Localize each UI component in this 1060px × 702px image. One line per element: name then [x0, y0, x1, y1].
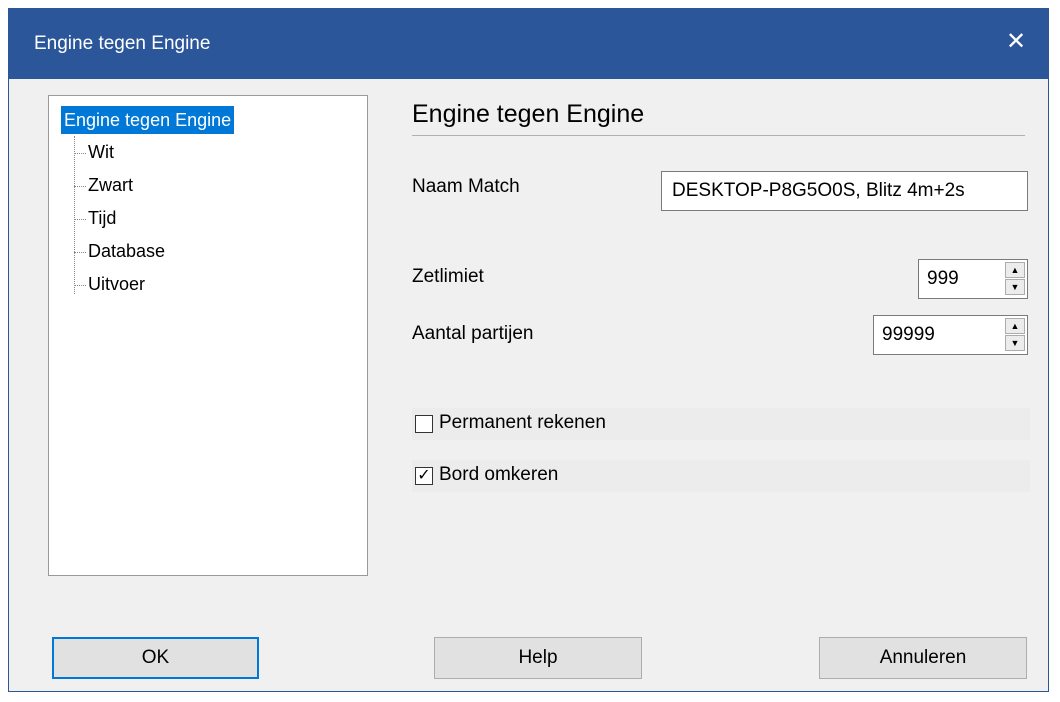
flip-board-row[interactable]: ✓ Bord omkeren — [412, 460, 1030, 492]
cancel-button[interactable]: Annuleren — [819, 637, 1027, 679]
help-button[interactable]: Help — [434, 637, 642, 679]
tree-item-zwart[interactable]: Zwart — [74, 171, 133, 199]
stepper-up-icon[interactable]: ▲ — [1005, 262, 1025, 278]
permanent-compute-label: Permanent rekenen — [439, 412, 606, 433]
stepper-up-icon[interactable]: ▲ — [1005, 318, 1025, 334]
match-name-label: Naam Match — [412, 176, 520, 197]
move-limit-label: Zetlimiet — [412, 266, 484, 287]
permanent-compute-row[interactable]: Permanent rekenen — [412, 408, 1030, 440]
ok-button[interactable]: OK — [52, 637, 259, 679]
permanent-compute-checkbox[interactable] — [415, 415, 433, 433]
tree-item-engine-tegen-engine[interactable]: Engine tegen Engine — [61, 106, 235, 134]
flip-board-label: Bord omkeren — [439, 464, 559, 485]
window-title: Engine tegen Engine — [34, 33, 211, 54]
settings-tree: Engine tegen Engine Wit Zwart Tijd Datab… — [48, 95, 368, 576]
heading-divider — [412, 135, 1025, 136]
stepper-down-icon[interactable]: ▼ — [1005, 335, 1025, 351]
tree-item-label: Uitvoer — [88, 274, 146, 294]
games-count-value: 99999 — [882, 324, 935, 345]
tree-item-label: Wit — [88, 142, 114, 162]
move-limit-stepper[interactable]: 999 ▲ ▼ — [918, 259, 1028, 299]
tree-item-wit[interactable]: Wit — [74, 138, 114, 166]
close-icon[interactable]: ✕ — [1002, 28, 1030, 56]
stepper-down-icon[interactable]: ▼ — [1005, 279, 1025, 295]
tree-branch-line — [74, 185, 86, 187]
tree-item-label: Zwart — [88, 175, 133, 195]
dialog-window: Engine tegen Engine ✕ Engine tegen Engin… — [8, 8, 1049, 692]
flip-board-checkbox[interactable]: ✓ — [415, 467, 433, 485]
tree-item-label: Tijd — [88, 208, 117, 228]
tree-item-uitvoer[interactable]: Uitvoer — [74, 270, 145, 298]
tree-branch-line — [74, 251, 86, 253]
tree-branch-line — [74, 218, 86, 220]
games-count-label: Aantal partijen — [412, 323, 534, 344]
tree-branch-line — [74, 152, 86, 154]
tree-item-tijd[interactable]: Tijd — [74, 204, 116, 232]
tree-item-database[interactable]: Database — [74, 237, 165, 265]
games-count-stepper[interactable]: 99999 ▲ ▼ — [873, 315, 1028, 355]
title-bar: Engine tegen Engine ✕ — [9, 9, 1048, 79]
panel-heading: Engine tegen Engine — [412, 100, 645, 128]
move-limit-value: 999 — [927, 268, 959, 289]
tree-branch-line — [74, 284, 86, 286]
match-name-input[interactable]: DESKTOP-P8G5O0S, Blitz 4m+2s — [661, 171, 1028, 211]
tree-item-label: Database — [88, 241, 166, 261]
